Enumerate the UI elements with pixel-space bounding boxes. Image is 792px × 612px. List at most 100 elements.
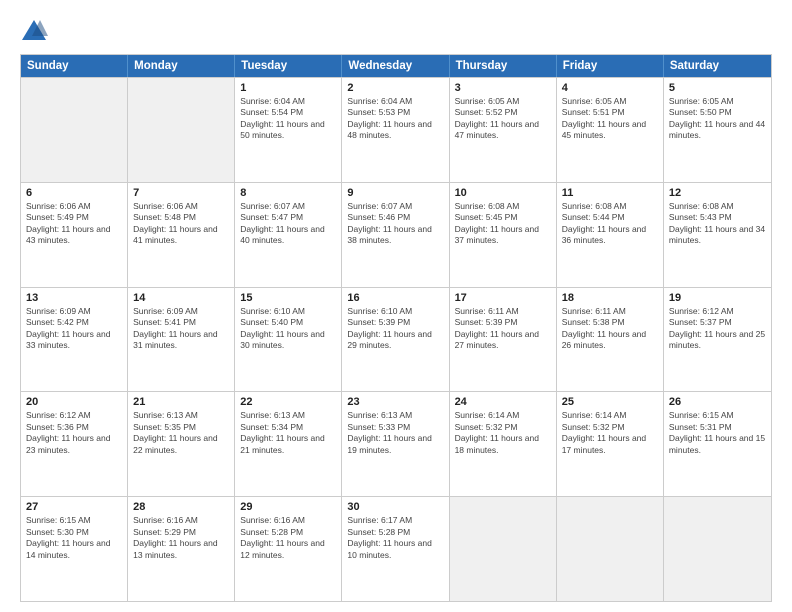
day-info: Sunrise: 6:13 AM Sunset: 5:33 PM Dayligh… xyxy=(347,410,443,456)
day-info: Sunrise: 6:15 AM Sunset: 5:30 PM Dayligh… xyxy=(26,515,122,561)
calendar-cell: 17 Sunrise: 6:11 AM Sunset: 5:39 PM Dayli… xyxy=(450,288,557,392)
calendar-row-3: 13 Sunrise: 6:09 AM Sunset: 5:42 PM Dayli… xyxy=(21,287,771,392)
day-info: Sunrise: 6:17 AM Sunset: 5:28 PM Dayligh… xyxy=(347,515,443,561)
day-info: Sunrise: 6:16 AM Sunset: 5:28 PM Dayligh… xyxy=(240,515,336,561)
calendar-cell: 11 Sunrise: 6:08 AM Sunset: 5:44 PM Dayli… xyxy=(557,183,664,287)
calendar-cell: 20 Sunrise: 6:12 AM Sunset: 5:36 PM Dayli… xyxy=(21,392,128,496)
calendar-cell xyxy=(557,497,664,601)
calendar-row-1: 1 Sunrise: 6:04 AM Sunset: 5:54 PM Daylig… xyxy=(21,77,771,182)
header-day-tuesday: Tuesday xyxy=(235,55,342,77)
day-number: 11 xyxy=(562,187,658,199)
calendar-cell: 19Sunrise: 6:12 AM Sunset: 5:37 PM Dayli… xyxy=(664,288,771,392)
calendar-row-5: 27 Sunrise: 6:15 AM Sunset: 5:30 PM Dayli… xyxy=(21,496,771,601)
calendar-cell: 15Sunrise: 6:10 AM Sunset: 5:40 PM Dayli… xyxy=(235,288,342,392)
calendar: SundayMondayTuesdayWednesdayThursdayFrid… xyxy=(20,54,772,602)
day-info: Sunrise: 6:12 AM Sunset: 5:36 PM Dayligh… xyxy=(26,410,122,456)
day-number: 1 xyxy=(240,82,336,94)
calendar-cell xyxy=(664,497,771,601)
day-number: 25 xyxy=(562,396,658,408)
day-number: 2 xyxy=(347,82,443,94)
header-day-wednesday: Wednesday xyxy=(342,55,449,77)
calendar-cell: 6Sunrise: 6:06 AM Sunset: 5:49 PM Daylig… xyxy=(21,183,128,287)
header-day-saturday: Saturday xyxy=(664,55,771,77)
calendar-row-4: 20 Sunrise: 6:12 AM Sunset: 5:36 PM Dayli… xyxy=(21,391,771,496)
day-info: Sunrise: 6:10 AM Sunset: 5:40 PM Dayligh… xyxy=(240,306,336,352)
day-number: 27 xyxy=(26,501,122,513)
day-number: 26 xyxy=(669,396,766,408)
day-info: Sunrise: 6:08 AM Sunset: 5:43 PM Dayligh… xyxy=(669,201,766,247)
day-info: Sunrise: 6:14 AM Sunset: 5:32 PM Dayligh… xyxy=(562,410,658,456)
day-info: Sunrise: 6:11 AM Sunset: 5:39 PM Dayligh… xyxy=(455,306,551,352)
calendar-cell: 3 Sunrise: 6:05 AM Sunset: 5:52 PM Daylig… xyxy=(450,78,557,182)
day-number: 7 xyxy=(133,187,229,199)
calendar-cell: 25 Sunrise: 6:14 AM Sunset: 5:32 PM Dayli… xyxy=(557,392,664,496)
day-number: 18 xyxy=(562,292,658,304)
header-day-monday: Monday xyxy=(128,55,235,77)
day-info: Sunrise: 6:05 AM Sunset: 5:52 PM Dayligh… xyxy=(455,96,551,142)
calendar-cell: 8Sunrise: 6:07 AM Sunset: 5:47 PM Daylig… xyxy=(235,183,342,287)
day-number: 21 xyxy=(133,396,229,408)
calendar-cell: 9 Sunrise: 6:07 AM Sunset: 5:46 PM Daylig… xyxy=(342,183,449,287)
calendar-cell: 7Sunrise: 6:06 AM Sunset: 5:48 PM Daylig… xyxy=(128,183,235,287)
day-number: 6 xyxy=(26,187,122,199)
calendar-cell: 5 Sunrise: 6:05 AM Sunset: 5:50 PM Daylig… xyxy=(664,78,771,182)
day-info: Sunrise: 6:13 AM Sunset: 5:34 PM Dayligh… xyxy=(240,410,336,456)
day-info: Sunrise: 6:15 AM Sunset: 5:31 PM Dayligh… xyxy=(669,410,766,456)
day-number: 5 xyxy=(669,82,766,94)
day-number: 16 xyxy=(347,292,443,304)
day-number: 23 xyxy=(347,396,443,408)
logo-icon xyxy=(20,18,48,46)
calendar-cell xyxy=(450,497,557,601)
page: SundayMondayTuesdayWednesdayThursdayFrid… xyxy=(0,0,792,612)
day-info: Sunrise: 6:07 AM Sunset: 5:46 PM Dayligh… xyxy=(347,201,443,247)
day-info: Sunrise: 6:12 AM Sunset: 5:37 PM Dayligh… xyxy=(669,306,766,352)
calendar-cell: 2 Sunrise: 6:04 AM Sunset: 5:53 PM Daylig… xyxy=(342,78,449,182)
calendar-cell: 1 Sunrise: 6:04 AM Sunset: 5:54 PM Daylig… xyxy=(235,78,342,182)
calendar-cell: 18 Sunrise: 6:11 AM Sunset: 5:38 PM Dayli… xyxy=(557,288,664,392)
calendar-header: SundayMondayTuesdayWednesdayThursdayFrid… xyxy=(21,55,771,77)
day-info: Sunrise: 6:05 AM Sunset: 5:50 PM Dayligh… xyxy=(669,96,766,142)
header-day-friday: Friday xyxy=(557,55,664,77)
calendar-cell: 16Sunrise: 6:10 AM Sunset: 5:39 PM Dayli… xyxy=(342,288,449,392)
calendar-cell: 14Sunrise: 6:09 AM Sunset: 5:41 PM Dayli… xyxy=(128,288,235,392)
day-number: 3 xyxy=(455,82,551,94)
day-number: 9 xyxy=(347,187,443,199)
day-number: 12 xyxy=(669,187,766,199)
day-info: Sunrise: 6:04 AM Sunset: 5:53 PM Dayligh… xyxy=(347,96,443,142)
day-number: 20 xyxy=(26,396,122,408)
calendar-cell: 22 Sunrise: 6:13 AM Sunset: 5:34 PM Dayli… xyxy=(235,392,342,496)
day-number: 4 xyxy=(562,82,658,94)
header-day-thursday: Thursday xyxy=(450,55,557,77)
day-info: Sunrise: 6:08 AM Sunset: 5:45 PM Dayligh… xyxy=(455,201,551,247)
calendar-cell: 12 Sunrise: 6:08 AM Sunset: 5:43 PM Dayli… xyxy=(664,183,771,287)
day-number: 22 xyxy=(240,396,336,408)
calendar-cell: 10Sunrise: 6:08 AM Sunset: 5:45 PM Dayli… xyxy=(450,183,557,287)
calendar-cell xyxy=(128,78,235,182)
calendar-cell: 21 Sunrise: 6:13 AM Sunset: 5:35 PM Dayli… xyxy=(128,392,235,496)
header-day-sunday: Sunday xyxy=(21,55,128,77)
calendar-cell: 26 Sunrise: 6:15 AM Sunset: 5:31 PM Dayli… xyxy=(664,392,771,496)
header xyxy=(20,18,772,46)
day-number: 13 xyxy=(26,292,122,304)
calendar-cell: 30 Sunrise: 6:17 AM Sunset: 5:28 PM Dayli… xyxy=(342,497,449,601)
calendar-body: 1 Sunrise: 6:04 AM Sunset: 5:54 PM Daylig… xyxy=(21,77,771,601)
day-info: Sunrise: 6:13 AM Sunset: 5:35 PM Dayligh… xyxy=(133,410,229,456)
day-info: Sunrise: 6:04 AM Sunset: 5:54 PM Dayligh… xyxy=(240,96,336,142)
day-number: 30 xyxy=(347,501,443,513)
calendar-cell: 24Sunrise: 6:14 AM Sunset: 5:32 PM Dayli… xyxy=(450,392,557,496)
logo xyxy=(20,18,52,46)
calendar-cell: 27 Sunrise: 6:15 AM Sunset: 5:30 PM Dayli… xyxy=(21,497,128,601)
day-info: Sunrise: 6:09 AM Sunset: 5:41 PM Dayligh… xyxy=(133,306,229,352)
day-number: 17 xyxy=(455,292,551,304)
day-info: Sunrise: 6:09 AM Sunset: 5:42 PM Dayligh… xyxy=(26,306,122,352)
calendar-cell: 23 Sunrise: 6:13 AM Sunset: 5:33 PM Dayli… xyxy=(342,392,449,496)
day-info: Sunrise: 6:14 AM Sunset: 5:32 PM Dayligh… xyxy=(455,410,551,456)
calendar-cell: 28Sunrise: 6:16 AM Sunset: 5:29 PM Dayli… xyxy=(128,497,235,601)
calendar-cell: 4Sunrise: 6:05 AM Sunset: 5:51 PM Daylig… xyxy=(557,78,664,182)
calendar-cell: 29Sunrise: 6:16 AM Sunset: 5:28 PM Dayli… xyxy=(235,497,342,601)
day-info: Sunrise: 6:08 AM Sunset: 5:44 PM Dayligh… xyxy=(562,201,658,247)
calendar-cell xyxy=(21,78,128,182)
day-number: 8 xyxy=(240,187,336,199)
calendar-cell: 13 Sunrise: 6:09 AM Sunset: 5:42 PM Dayli… xyxy=(21,288,128,392)
day-info: Sunrise: 6:11 AM Sunset: 5:38 PM Dayligh… xyxy=(562,306,658,352)
